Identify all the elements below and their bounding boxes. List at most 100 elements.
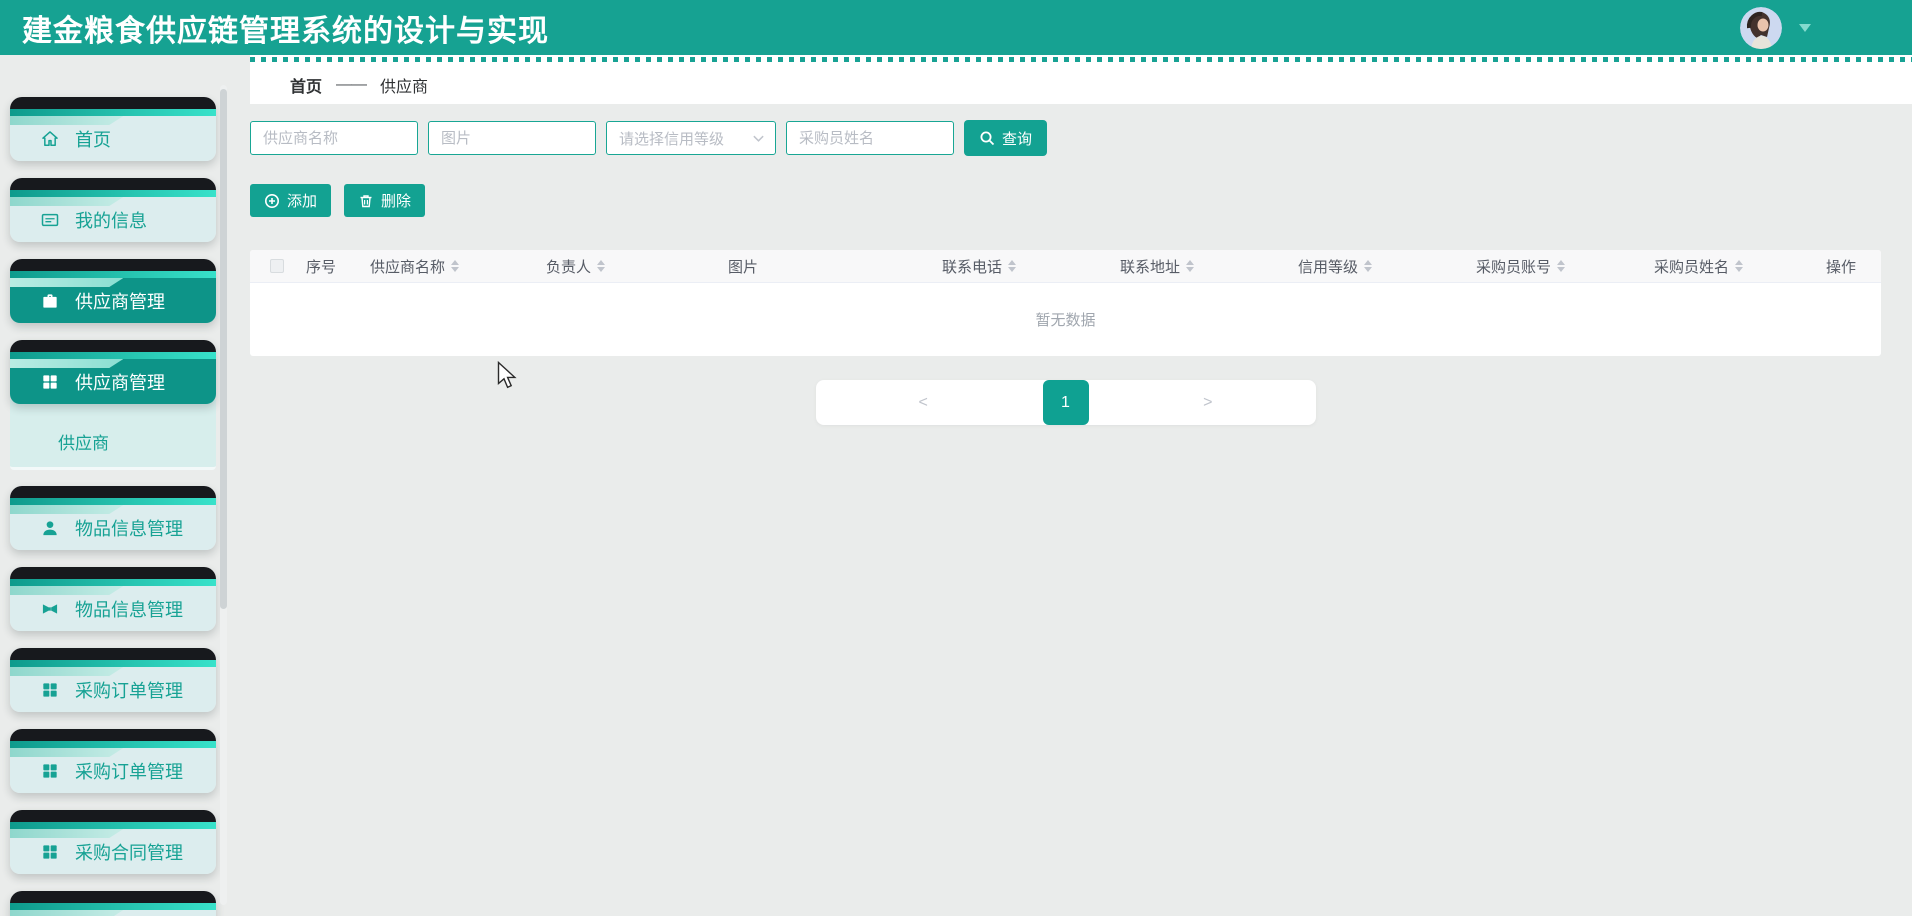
card-wedge [10, 359, 123, 368]
breadcrumb: 首页 —— 供应商 [250, 55, 1912, 104]
sidebar-item-purchase-contract-management[interactable]: 采购合同管理 [10, 810, 216, 874]
column-header-image: 图片 [706, 256, 920, 277]
sidebar-item-item-info-management-2[interactable]: 物品信息管理 [10, 567, 216, 631]
sidebar-item-label: 采购订单管理 [75, 758, 183, 784]
card-top-bar [10, 729, 216, 741]
buyer-name-input[interactable] [786, 121, 954, 155]
card-wedge [10, 505, 123, 514]
main-content: 首页 —— 供应商 请选择信用等级 查询 [228, 55, 1912, 916]
add-button[interactable]: 添加 [250, 184, 331, 217]
card-top-bar [10, 259, 216, 271]
card-stripe [10, 498, 216, 505]
sort-icon[interactable] [1008, 260, 1016, 272]
sort-icon[interactable] [1735, 260, 1743, 272]
sidebar-item-label: 供应商管理 [75, 369, 165, 395]
supplier-name-input[interactable] [250, 121, 418, 155]
sidebar-menu: 首页我的信息供应商管理供应商管理供应商物品信息管理物品信息管理采购订单管理采购订… [0, 97, 228, 916]
select-all-cell [250, 259, 284, 273]
card-top-bar [10, 97, 216, 109]
prev-page-button[interactable]: < [919, 394, 928, 412]
sidebar-item-partial-item[interactable] [10, 891, 216, 916]
image-input[interactable] [428, 121, 596, 155]
card-stripe [10, 660, 216, 667]
card-wedge [10, 910, 123, 916]
grid-icon [40, 761, 60, 781]
search-bar: 请选择信用等级 查询 [250, 120, 1912, 156]
column-header-index: 序号 [284, 256, 348, 277]
chevron-down-icon [752, 132, 765, 145]
header-user-area [1740, 7, 1812, 49]
grid-icon [40, 680, 60, 700]
sort-icon[interactable] [1186, 260, 1194, 272]
card-wedge [10, 116, 123, 125]
query-button[interactable]: 查询 [964, 120, 1047, 156]
column-header-buyer-name[interactable]: 采购员姓名 [1632, 256, 1804, 277]
sidebar-subitem-supplier[interactable]: 供应商 [10, 421, 216, 467]
sidebar-item-purchase-order-management-2[interactable]: 采购订单管理 [10, 729, 216, 793]
card-wedge [10, 278, 123, 287]
sidebar-item-my-info[interactable]: 我的信息 [10, 178, 216, 242]
card-top-bar [10, 567, 216, 579]
column-label: 联系电话 [942, 256, 1002, 277]
sidebar-item-label: 我的信息 [75, 207, 147, 233]
column-header-contact-phone[interactable]: 联系电话 [920, 256, 1098, 277]
card-top-bar [10, 340, 216, 352]
sort-icon[interactable] [597, 260, 605, 272]
next-page-button[interactable]: > [1203, 394, 1212, 412]
card-top-bar [10, 486, 216, 498]
column-header-supplier-name[interactable]: 供应商名称 [348, 256, 524, 277]
pagination-wrap: < 1 > [250, 380, 1881, 425]
card-wedge [10, 667, 123, 676]
credit-rating-select-placeholder: 请选择信用等级 [619, 128, 724, 149]
column-label: 操作 [1826, 256, 1856, 277]
card-stripe [10, 352, 216, 359]
column-label: 采购员姓名 [1654, 256, 1729, 277]
chevron-down-icon[interactable] [1798, 23, 1812, 33]
column-label: 信用等级 [1298, 256, 1358, 277]
select-all-checkbox[interactable] [270, 259, 284, 273]
breadcrumb-separator: —— [336, 76, 366, 94]
sidebar-item-supplier-management-2[interactable]: 供应商管理 [10, 340, 216, 404]
card-top-bar [10, 648, 216, 660]
card-wedge [10, 586, 123, 595]
sort-icon[interactable] [1557, 260, 1565, 272]
home-icon [40, 129, 60, 149]
query-button-label: 查询 [1002, 128, 1032, 149]
card-top-bar [10, 810, 216, 822]
sidebar-submenu: 供应商 [10, 400, 216, 470]
credit-rating-select[interactable]: 请选择信用等级 [606, 121, 776, 155]
column-header-actions: 操作 [1804, 256, 1881, 277]
sidebar-item-label: 采购订单管理 [75, 677, 183, 703]
sort-icon[interactable] [451, 260, 459, 272]
column-header-buyer-account[interactable]: 采购员账号 [1454, 256, 1632, 277]
column-header-contact-address[interactable]: 联系地址 [1098, 256, 1276, 277]
sidebar-scrollbar-thumb[interactable] [220, 89, 227, 609]
bowtie-icon [40, 599, 60, 619]
sidebar-item-supplier-management-1[interactable]: 供应商管理 [10, 259, 216, 323]
sidebar-item-home[interactable]: 首页 [10, 97, 216, 161]
breadcrumb-home[interactable]: 首页 [290, 73, 322, 97]
supplier-table: 序号供应商名称负责人图片联系电话联系地址信用等级采购员账号采购员姓名操作 暂无数… [250, 250, 1881, 356]
sidebar-item-label: 首页 [75, 126, 111, 152]
column-header-principal[interactable]: 负责人 [524, 256, 706, 277]
briefcase-icon [40, 291, 60, 311]
card-stripe [10, 109, 216, 116]
sidebar-item-item-info-management-1[interactable]: 物品信息管理 [10, 486, 216, 550]
breadcrumb-current: 供应商 [380, 73, 428, 97]
sidebar-item-label: 采购合同管理 [75, 839, 183, 865]
column-label: 供应商名称 [370, 256, 445, 277]
current-page-button[interactable]: 1 [1043, 380, 1089, 425]
card-stripe [10, 903, 216, 910]
avatar[interactable] [1740, 7, 1782, 49]
delete-button[interactable]: 删除 [344, 184, 425, 217]
pagination: < 1 > [816, 380, 1316, 425]
card-stripe [10, 271, 216, 278]
sidebar: 首页我的信息供应商管理供应商管理供应商物品信息管理物品信息管理采购订单管理采购订… [0, 55, 228, 916]
search-icon [979, 130, 995, 146]
plus-circle-icon [264, 193, 280, 209]
column-header-credit-rating[interactable]: 信用等级 [1276, 256, 1454, 277]
sort-icon[interactable] [1364, 260, 1372, 272]
sidebar-item-purchase-order-management-1[interactable]: 采购订单管理 [10, 648, 216, 712]
card-stripe [10, 822, 216, 829]
add-button-label: 添加 [287, 190, 317, 211]
